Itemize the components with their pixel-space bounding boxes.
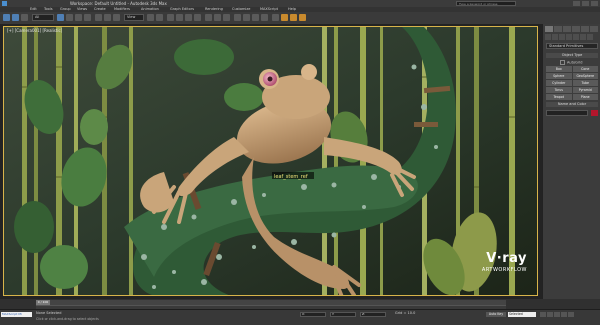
tube-button[interactable]: Tube [572,80,598,86]
viewport-label[interactable]: [+] [Camera001] [Realistic] [7,28,62,33]
name-and-color-rollout[interactable]: Name and Color [546,102,598,107]
search-input[interactable]: Type a keyword or phrase [456,1,516,6]
create-tab-icon[interactable] [545,26,553,32]
x-coordinate-field[interactable]: X: [300,312,326,317]
object-type-buttons: Box Cone Sphere GeoSphere Cylinder Tube … [546,66,598,100]
render-setup-icon[interactable] [281,14,288,21]
modify-tab-icon[interactable] [554,26,562,32]
hierarchy-tab-icon[interactable] [563,26,571,32]
region-select-icon[interactable] [75,14,82,21]
auto-key-button[interactable]: Auto Key [486,312,506,317]
title-bar: Workspace: Default Untitled - Autodesk 3… [0,0,600,7]
display-tab-icon[interactable] [581,26,589,32]
move-icon[interactable] [95,14,102,21]
y-coordinate-field[interactable]: Y: [330,312,356,317]
named-selection-icon[interactable] [205,14,212,21]
autogrid-label: AutoGrid [567,60,583,65]
spinner-snap-icon[interactable] [194,14,201,21]
grid-size: Grid = 10.0 [395,311,416,315]
key-filter-dropdown[interactable]: Selected [508,312,536,317]
maxscript-listener[interactable]: MAXScript Mi [1,312,32,317]
ribbon-icon[interactable] [243,14,250,21]
pivot-icon[interactable] [147,14,154,21]
mirror-icon[interactable] [214,14,221,21]
object-name-field[interactable] [546,110,588,116]
helpers-icon[interactable] [573,34,579,40]
next-frame-icon[interactable] [561,312,567,317]
timeline: 0 / 100 [0,299,600,310]
vray-logo: V·ray [486,251,527,266]
render-production-icon[interactable] [299,14,306,21]
layer-manager-icon[interactable] [234,14,241,21]
object-label: leaf_stem_ref [274,174,308,180]
angle-snap-icon[interactable] [176,14,183,21]
motion-tab-icon[interactable] [572,26,580,32]
undo-icon[interactable] [3,14,10,21]
camera-viewport[interactable]: [+] [Camera001] [Realistic] leaf_stem_re… [3,26,538,296]
status-bar: MAXScript Mi None Selected Click or clic… [0,309,600,325]
select-by-name-icon[interactable] [66,14,73,21]
cylinder-button[interactable]: Cylinder [546,80,572,86]
cameras-icon[interactable] [566,34,572,40]
previous-frame-icon[interactable] [547,312,553,317]
rotate-icon[interactable] [104,14,111,21]
autogrid-row: AutoGrid [546,60,598,65]
selection-status: None Selected [36,311,62,315]
link-icon[interactable] [21,14,28,21]
go-to-end-icon[interactable] [568,312,574,317]
category-dropdown[interactable]: Standard Primitives [546,43,598,49]
lights-icon[interactable] [559,34,565,40]
window-title: Workspace: Default Untitled - Autodesk 3… [70,1,167,6]
selection-filter-dropdown[interactable]: All [32,14,54,21]
space-warps-icon[interactable] [580,34,586,40]
create-category-icons [545,34,593,40]
material-editor-icon[interactable] [272,14,279,21]
snaps-toggle-icon[interactable] [167,14,174,21]
reference-coord-dropdown[interactable]: View [124,14,144,21]
geometry-icon[interactable] [545,34,551,40]
play-icon[interactable] [554,312,560,317]
minimize-icon[interactable] [573,1,580,6]
vray-branding: V·ray ARTWORKFLOW [482,251,527,273]
redo-icon[interactable] [12,14,19,21]
align-icon[interactable] [223,14,230,21]
command-panel-tabs [545,26,598,32]
shapes-icon[interactable] [552,34,558,40]
schematic-view-icon[interactable] [261,14,268,21]
sphere-button[interactable]: Sphere [546,73,572,79]
command-panel: Standard Primitives Object Type AutoGrid… [542,24,600,299]
playback-controls [540,312,574,317]
select-object-icon[interactable] [57,14,64,21]
cone-button[interactable]: Cone [572,66,598,72]
window-crossing-icon[interactable] [84,14,91,21]
object-color-swatch[interactable] [591,110,598,116]
select-manipulate-icon[interactable] [156,14,163,21]
prompt-hint: Click or click-and-drag to select object… [36,317,99,321]
go-to-start-icon[interactable] [540,312,546,317]
object-type-rollout[interactable]: Object Type [546,53,598,58]
window-controls [573,1,598,6]
scale-icon[interactable] [113,14,120,21]
autogrid-checkbox[interactable] [560,60,565,65]
pyramid-button[interactable]: Pyramid [572,87,598,93]
z-coordinate-field[interactable]: Z: [360,312,386,317]
curve-editor-icon[interactable] [252,14,259,21]
close-icon[interactable] [591,1,598,6]
artworkflow-label: ARTWORKFLOW [481,267,527,273]
geosphere-button[interactable]: GeoSphere [572,73,598,79]
scene-render: leaf_stem_ref [4,27,537,295]
box-button[interactable]: Box [546,66,572,72]
rendered-frame-icon[interactable] [290,14,297,21]
viewport-area: [+] [Camera001] [Realistic] leaf_stem_re… [0,24,542,299]
percent-snap-icon[interactable] [185,14,192,21]
maximize-icon[interactable] [582,1,589,6]
systems-icon[interactable] [587,34,593,40]
utilities-tab-icon[interactable] [590,26,598,32]
plane-button[interactable]: Plane [572,94,598,100]
teapot-button[interactable]: Teapot [546,94,572,100]
app-logo-icon[interactable] [2,1,7,6]
torus-button[interactable]: Torus [546,87,572,93]
